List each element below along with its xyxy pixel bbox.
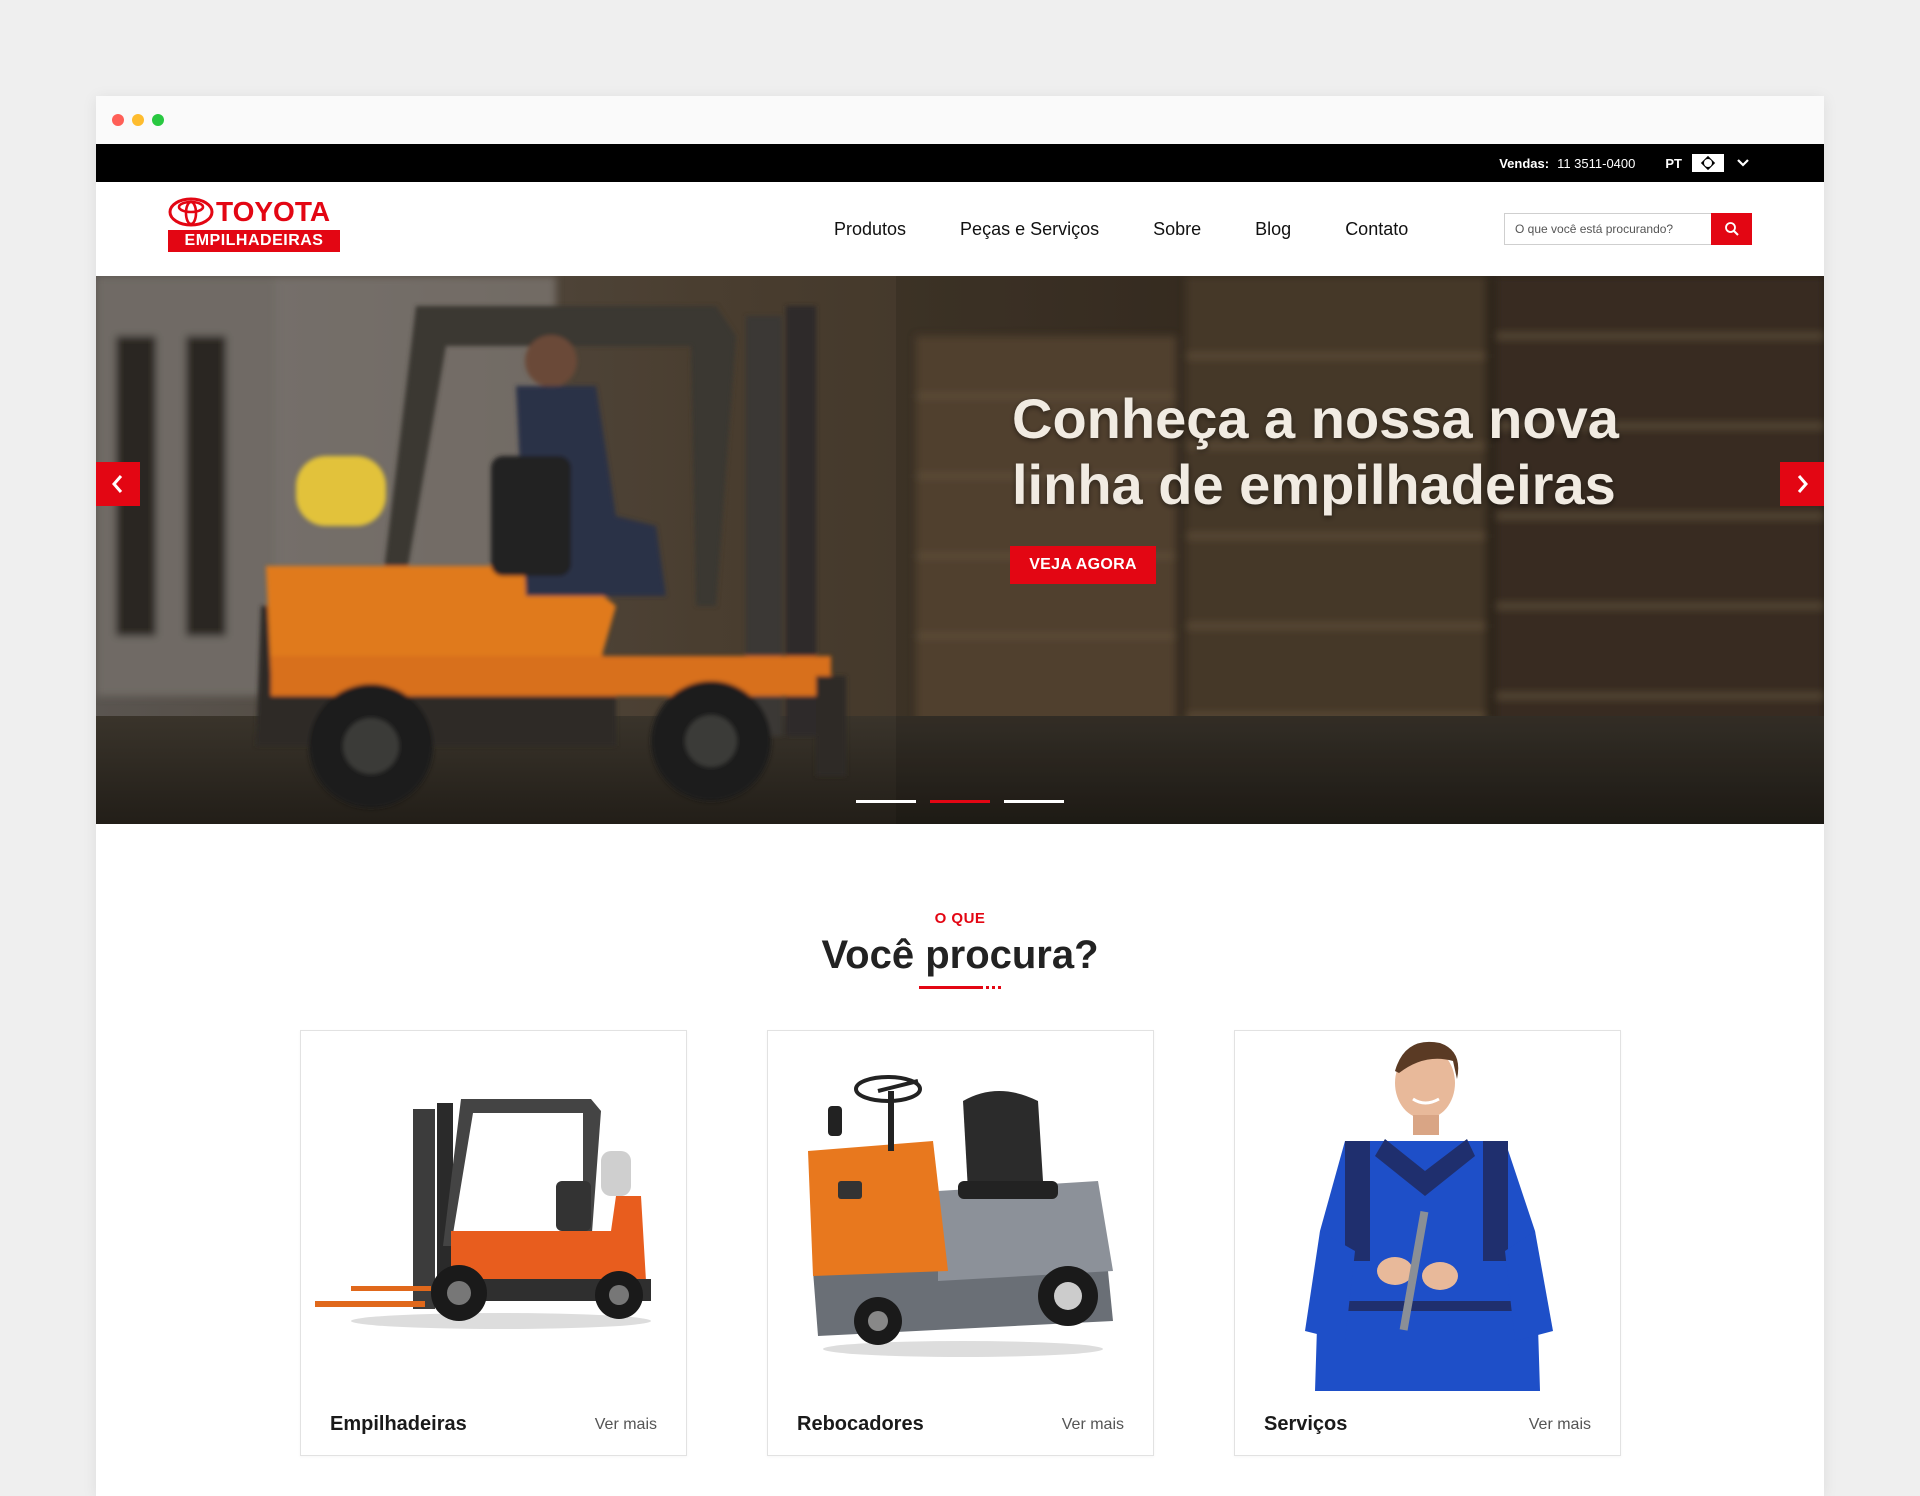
top-contact-bar: Vendas: 11 3511-0400 PT xyxy=(96,144,1824,182)
maximize-window-button[interactable] xyxy=(152,114,164,126)
browser-window: Vendas: 11 3511-0400 PT TOYOTA EMPILHADE… xyxy=(96,96,1824,1496)
title-underline xyxy=(96,986,1824,989)
language-code[interactable]: PT xyxy=(1665,156,1682,171)
carousel-indicators xyxy=(856,800,1064,803)
carousel-prev-button[interactable] xyxy=(96,462,140,506)
nav-item-produtos[interactable]: Produtos xyxy=(834,219,906,240)
section-title: Você procura? xyxy=(821,933,1099,977)
chevron-down-icon[interactable] xyxy=(1736,156,1750,170)
tow-tractor-image xyxy=(808,1075,1113,1357)
section-eyebrow: O QUE xyxy=(934,910,986,927)
carousel-indicator-3[interactable] xyxy=(1004,800,1064,803)
ver-mais-link[interactable]: Ver mais xyxy=(1529,1416,1591,1434)
carousel-indicator-2[interactable] xyxy=(930,800,990,803)
browser-chrome xyxy=(96,96,1824,144)
chevron-left-icon xyxy=(112,475,123,493)
search-box xyxy=(1504,213,1752,245)
hero-title: Conheça a nossa nova linha de empilhadei… xyxy=(1012,386,1732,518)
card-servicos[interactable]: Serviços Ver mais xyxy=(1234,1030,1621,1456)
search-input[interactable] xyxy=(1504,213,1711,245)
site-header: TOYOTA EMPILHADEIRAS Produtos Peças e Se… xyxy=(96,182,1824,276)
card-rebocadores[interactable]: Rebocadores Ver mais xyxy=(767,1030,1154,1456)
ver-mais-link[interactable]: Ver mais xyxy=(595,1416,657,1434)
toyota-emblem-icon xyxy=(168,197,214,227)
search-button[interactable] xyxy=(1711,213,1752,245)
sales-phone[interactable]: 11 3511-0400 xyxy=(1557,156,1635,171)
hero-title-line-1: Conheça a nossa nova xyxy=(1012,387,1619,450)
nav-item-contato[interactable]: Contato xyxy=(1345,219,1408,240)
nav-item-pecas-servicos[interactable]: Peças e Serviços xyxy=(960,219,1099,240)
card-title: Rebocadores xyxy=(797,1413,924,1435)
nav-item-blog[interactable]: Blog xyxy=(1255,219,1291,240)
toyota-logo[interactable]: TOYOTA EMPILHADEIRAS xyxy=(168,197,340,255)
section-header: O QUE Você procura? xyxy=(96,824,1824,989)
carousel-indicator-1[interactable] xyxy=(856,800,916,803)
card-title: Empilhadeiras xyxy=(330,1413,467,1435)
search-icon xyxy=(1724,222,1739,236)
ver-mais-link[interactable]: Ver mais xyxy=(1062,1416,1124,1434)
sales-label: Vendas: xyxy=(1499,155,1550,171)
logo-subtitle: EMPILHADEIRAS xyxy=(168,230,340,252)
minimize-window-button[interactable] xyxy=(132,114,144,126)
hero-carousel: Conheça a nossa nova linha de empilhadei… xyxy=(96,276,1824,824)
card-empilhadeiras[interactable]: Empilhadeiras Ver mais xyxy=(300,1030,687,1456)
nav-item-sobre[interactable]: Sobre xyxy=(1153,219,1201,240)
logo-wordmark: TOYOTA xyxy=(216,196,331,227)
forklift-image xyxy=(315,1099,651,1329)
veja-agora-button[interactable]: VEJA AGORA xyxy=(1010,546,1156,584)
close-window-button[interactable] xyxy=(112,114,124,126)
card-title: Serviços xyxy=(1264,1413,1348,1435)
chevron-right-icon xyxy=(1797,475,1808,493)
carousel-next-button[interactable] xyxy=(1780,462,1824,506)
category-cards: Empilhadeiras Ver mais Rebocadores Ver m… xyxy=(300,1030,1621,1456)
main-nav: Produtos Peças e Serviços Sobre Blog Con… xyxy=(834,182,1462,276)
brazil-flag-icon[interactable] xyxy=(1692,154,1724,172)
hero-title-line-2: linha de empilhadeiras xyxy=(1012,453,1616,516)
hero-forklift-image xyxy=(96,276,1824,824)
mechanic-image xyxy=(1305,1041,1553,1391)
